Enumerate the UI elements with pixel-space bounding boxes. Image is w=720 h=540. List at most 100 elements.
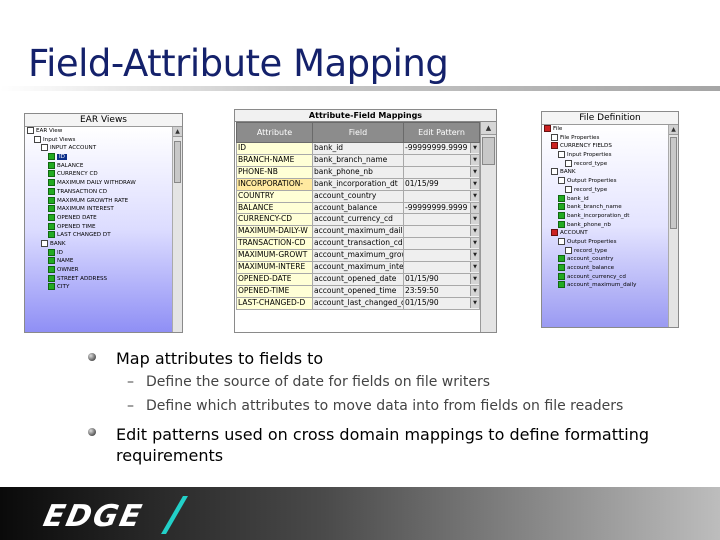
tree-item[interactable]: account_balance (542, 264, 669, 273)
field-cell[interactable]: account_currency_cd (312, 213, 404, 227)
tree-item[interactable]: account_maximum_daily (542, 281, 669, 290)
scroll-thumb[interactable] (174, 141, 181, 183)
file-definition-tree[interactable]: File File Properties CURRENCY FIELDS Input … (542, 125, 669, 327)
edit-pattern-cell[interactable]: ▼ (403, 237, 480, 251)
dropdown-arrow-icon[interactable]: ▼ (470, 155, 479, 165)
tree-item[interactable]: account_country (542, 255, 669, 264)
table-row[interactable]: INCORPORATION-bank_incorporation_dt 01/15… (236, 177, 480, 191)
dropdown-arrow-icon[interactable]: ▼ (470, 226, 479, 237)
tree-item[interactable]: STREET ADDRESS (25, 274, 173, 284)
table-row[interactable]: MAXIMUM-DAILY-W account_maximum_daily ▼ (236, 225, 480, 239)
tree-item[interactable]: INPUT ACCOUNT (25, 144, 173, 153)
table-row[interactable]: OPENED-DATE account_opened_date 01/15/90 ▼ (236, 272, 480, 286)
tree-item[interactable]: ID (25, 248, 173, 258)
tree-item[interactable]: Output Properties (542, 237, 669, 247)
attribute-cell[interactable]: TRANSACTION-CD (236, 237, 313, 251)
attribute-cell[interactable]: BRANCH-NAME (236, 153, 313, 167)
field-cell[interactable]: account_last_changed_d (312, 296, 404, 310)
edit-pattern-cell[interactable]: ▼ (403, 213, 480, 227)
tree-item[interactable]: OPENED DATE (25, 213, 173, 223)
attribute-cell[interactable]: MAXIMUM-INTERE (236, 261, 313, 274)
table-row[interactable]: BALANCE account_balance -99999999.9999 ▼ (236, 201, 480, 215)
field-cell[interactable]: account_balance (312, 201, 404, 215)
edit-pattern-cell[interactable]: -99999999.9999 ▼ (403, 142, 480, 155)
tree-item[interactable]: record_type (542, 159, 669, 169)
tree-item[interactable]: TRANSACTION CD (25, 187, 173, 197)
table-row[interactable]: BRANCH-NAME bank_branch_name ▼ (236, 153, 480, 167)
edit-pattern-cell[interactable]: 01/15/90 ▼ (403, 296, 480, 310)
attribute-cell[interactable]: CURRENCY-CD (236, 213, 313, 227)
dropdown-arrow-icon[interactable]: ▼ (470, 250, 479, 261)
tree-item[interactable]: OPENED TIME (25, 222, 173, 232)
edit-pattern-cell[interactable]: 01/15/90 ▼ (403, 272, 480, 286)
edit-pattern-cell[interactable]: 01/15/99 ▼ (403, 177, 480, 191)
field-cell[interactable]: account_opened_time (312, 284, 404, 298)
field-cell[interactable]: bank_branch_name (312, 153, 404, 167)
table-row[interactable]: OPENED-TIME account_opened_time 23:59:50 ▼ (236, 284, 480, 298)
dropdown-arrow-icon[interactable]: ▼ (470, 191, 479, 201)
attribute-cell[interactable]: PHONE-NB (236, 165, 313, 179)
column-header-field[interactable]: Field (312, 122, 404, 143)
ear-views-scrollbar[interactable]: ▲ (172, 127, 182, 332)
tree-item[interactable]: BALANCE (25, 161, 173, 171)
tree-item[interactable]: NAME (25, 257, 173, 266)
tree-item[interactable]: ID (25, 153, 173, 162)
tree-item[interactable]: ACCOUNT (542, 229, 669, 238)
ear-views-tree[interactable]: EAR View Input Views INPUT ACCOUNT ID BALANC… (25, 127, 173, 332)
edit-pattern-cell[interactable]: 23:59:50 ▼ (403, 284, 480, 298)
field-cell[interactable]: bank_incorporation_dt (312, 177, 404, 191)
field-cell[interactable]: account_maximum_inter (312, 261, 404, 274)
scroll-thumb[interactable] (670, 137, 677, 229)
field-cell[interactable]: account_opened_date (312, 272, 404, 286)
field-cell[interactable]: account_maximum_daily (312, 225, 404, 239)
file-definition-scrollbar[interactable]: ▲ (668, 125, 678, 327)
field-cell[interactable]: account_country (312, 189, 404, 203)
tree-item[interactable]: record_type (542, 185, 669, 195)
attribute-cell[interactable]: LAST-CHANGED-D (236, 296, 313, 310)
edit-pattern-cell[interactable]: ▼ (403, 261, 480, 274)
table-row[interactable]: LAST-CHANGED-D account_last_changed_d 01/1… (236, 296, 480, 310)
tree-item[interactable]: MAXIMUM GROWTH RATE (25, 196, 173, 206)
tree-item[interactable]: MAXIMUM INTEREST (25, 205, 173, 214)
tree-item[interactable]: CURRENCY FIELDS (542, 142, 669, 151)
dropdown-arrow-icon[interactable]: ▼ (470, 203, 479, 213)
edit-pattern-cell[interactable]: ▼ (403, 249, 480, 263)
field-cell[interactable]: bank_phone_nb (312, 165, 404, 179)
scroll-up-icon[interactable]: ▲ (669, 125, 678, 135)
attribute-cell[interactable]: BALANCE (236, 201, 313, 215)
tree-item[interactable]: Output Properties (542, 177, 669, 186)
tree-item[interactable]: OWNER (25, 266, 173, 275)
table-row[interactable]: ID bank_id -99999999.9999 ▼ (236, 142, 480, 155)
table-row[interactable]: MAXIMUM-INTERE account_maximum_inter ▼ (236, 261, 480, 274)
tree-item[interactable]: bank_phone_nb (542, 220, 669, 230)
table-row[interactable]: CURRENCY-CD account_currency_cd ▼ (236, 213, 480, 227)
dropdown-arrow-icon[interactable]: ▼ (470, 262, 479, 273)
tree-item[interactable]: File (542, 125, 669, 134)
scroll-up-icon[interactable]: ▲ (481, 122, 496, 135)
tree-item[interactable]: Input Properties (542, 151, 669, 160)
attribute-cell[interactable]: MAXIMUM-GROWT (236, 249, 313, 263)
dropdown-arrow-icon[interactable]: ▼ (470, 286, 479, 296)
table-row[interactable]: COUNTRY account_country ▼ (236, 189, 480, 203)
tree-item[interactable]: CITY (25, 283, 173, 292)
attribute-cell[interactable]: INCORPORATION- (236, 177, 313, 191)
table-row[interactable]: PHONE-NB bank_phone_nb ▼ (236, 165, 480, 179)
tree-item[interactable]: MAXIMUM DAILY WITHDRAW (25, 179, 173, 188)
edit-pattern-cell[interactable]: ▼ (403, 189, 480, 203)
tree-item[interactable]: bank_incorporation_dt (542, 211, 669, 221)
table-row[interactable]: MAXIMUM-GROWT account_maximum_grow ▼ (236, 249, 480, 263)
tree-item[interactable]: LAST CHANGED DT (25, 231, 173, 240)
dropdown-arrow-icon[interactable]: ▼ (470, 167, 479, 177)
edit-pattern-cell[interactable]: ▼ (403, 153, 480, 167)
tree-item[interactable]: BANK (25, 239, 173, 249)
dropdown-arrow-icon[interactable]: ▼ (470, 274, 479, 284)
dropdown-arrow-icon[interactable]: ▼ (470, 298, 479, 308)
tree-item[interactable]: account_currency_cd (542, 272, 669, 282)
attribute-cell[interactable]: COUNTRY (236, 189, 313, 203)
field-cell[interactable]: account_transaction_cd (312, 237, 404, 251)
dropdown-arrow-icon[interactable]: ▼ (470, 214, 479, 225)
table-row[interactable]: TRANSACTION-CD account_transaction_cd ▼ (236, 237, 480, 251)
attribute-cell[interactable]: ID (236, 142, 313, 155)
tree-item[interactable]: Input Views (25, 135, 173, 145)
field-cell[interactable]: account_maximum_grow (312, 249, 404, 263)
